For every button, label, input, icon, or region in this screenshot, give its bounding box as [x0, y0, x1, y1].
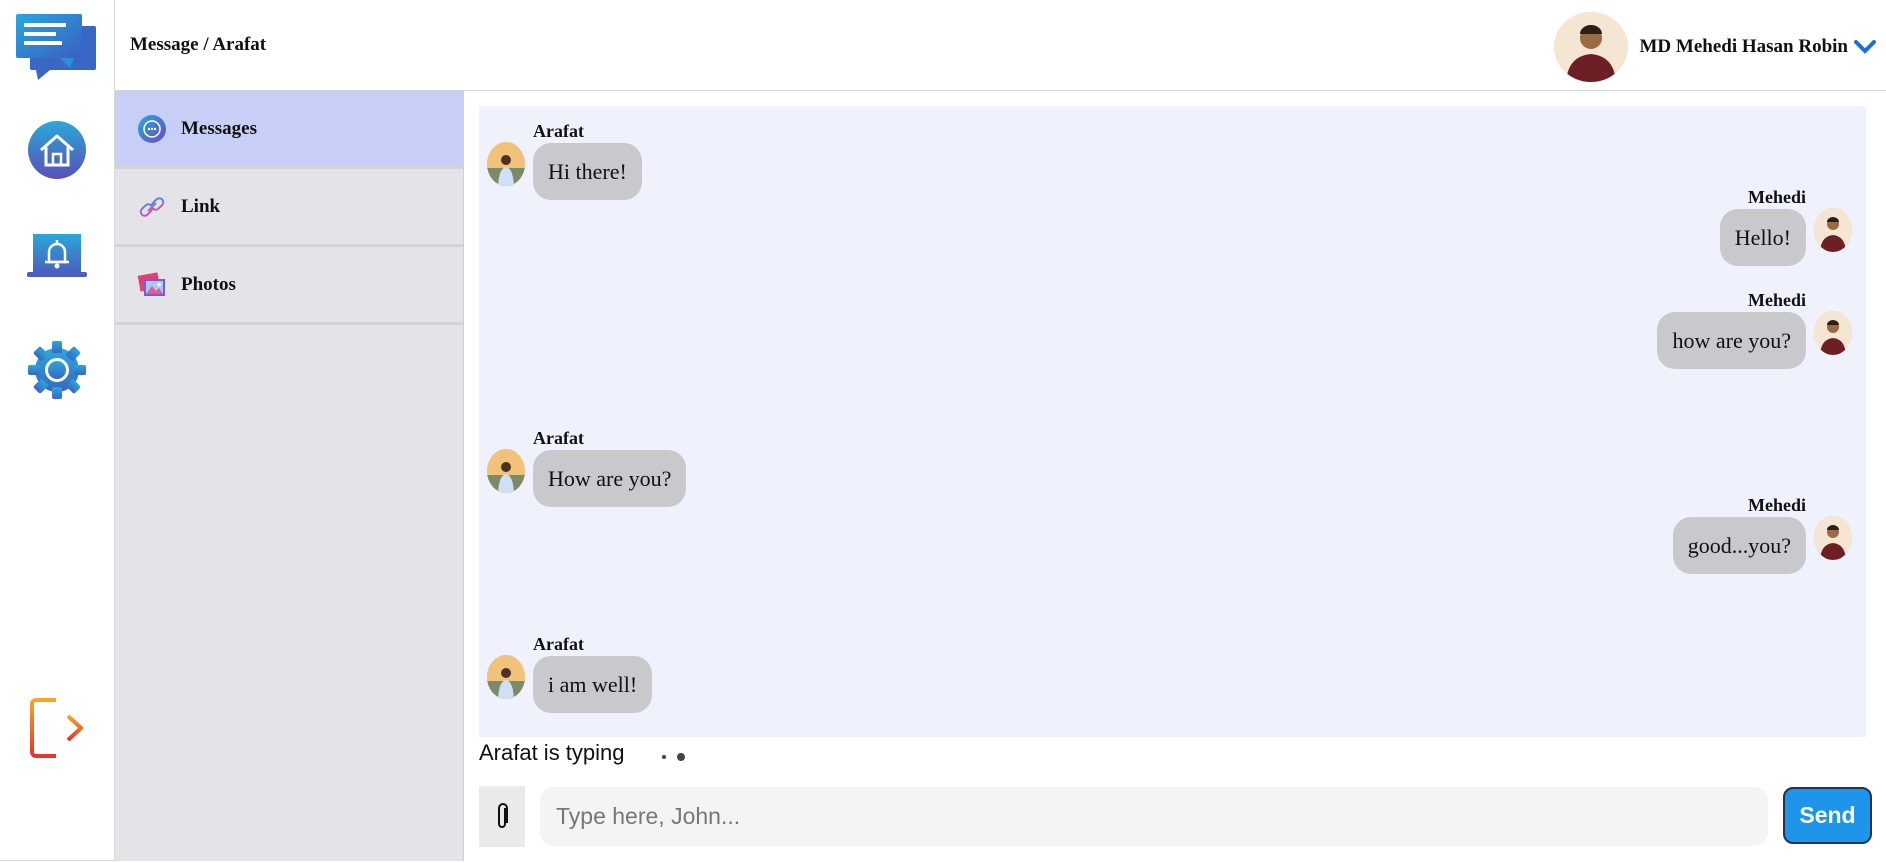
messages-icon [138, 114, 166, 143]
link-icon [139, 196, 165, 217]
message-bubble: How are you? [533, 450, 687, 507]
attach-button[interactable] [479, 786, 525, 847]
message-sender: Arafat [533, 121, 584, 141]
home-icon[interactable] [27, 120, 87, 180]
sidebar-item-label: Messages [181, 117, 257, 139]
message-sender: Mehedi [1748, 290, 1806, 310]
paperclip-icon [498, 802, 508, 828]
gear-icon[interactable] [27, 340, 87, 400]
message-sender: Arafat [533, 428, 584, 448]
message-item: Arafat i am well! [487, 634, 653, 713]
message-sender: Mehedi [1748, 495, 1806, 515]
message-bubble: i am well! [533, 656, 653, 713]
top-header: Message / Arafat MD Mehedi Hasan Robin [115, 0, 1886, 91]
message-item: Mehedi Hello! [1719, 187, 1852, 266]
user-avatar-small [1814, 208, 1852, 252]
user-avatar [1553, 12, 1628, 82]
user-avatar-small [1814, 516, 1852, 560]
send-button[interactable]: Send [1783, 787, 1872, 844]
message-item: Arafat Hi there! [487, 121, 642, 200]
message-bubble: how are you? [1657, 312, 1806, 369]
typing-dots-icon [662, 753, 685, 761]
icon-rail [0, 0, 115, 861]
user-profile-menu[interactable]: MD Mehedi Hasan Robin [1553, 12, 1876, 82]
user-name: MD Mehedi Hasan Robin [1639, 36, 1849, 57]
sidebar-item-messages[interactable]: Messages [115, 91, 463, 169]
secondary-sidebar: Messages Link Photos [115, 91, 464, 861]
message-item: Mehedi how are you? [1657, 290, 1852, 369]
user-avatar-small [1814, 311, 1852, 355]
message-item: Arafat How are you? [487, 428, 687, 507]
chat-logo-icon [16, 14, 96, 80]
message-item: Mehedi good...you? [1672, 495, 1852, 574]
sidebar-item-link[interactable]: Link [115, 169, 463, 247]
chat-panel: Arafat Hi there! Mehedi Hello! Mehedi ho… [479, 106, 1866, 737]
contact-avatar [487, 449, 525, 493]
sidebar-item-label: Link [181, 195, 221, 217]
contact-avatar [487, 142, 525, 186]
message-bubble: good...you? [1672, 517, 1806, 574]
message-sender: Arafat [533, 634, 584, 654]
typing-indicator: Arafat is typing [479, 740, 625, 765]
chevron-down-icon[interactable] [1854, 40, 1876, 54]
photos-icon [137, 271, 165, 296]
message-bubble: Hi there! [533, 143, 642, 200]
contact-avatar [487, 655, 525, 699]
message-input[interactable] [540, 787, 1768, 846]
message-sender: Mehedi [1748, 187, 1806, 207]
message-bubble: Hello! [1719, 209, 1806, 266]
breadcrumb: Message / Arafat [130, 34, 267, 55]
user-avatar-image [1553, 12, 1628, 82]
sidebar-item-photos[interactable]: Photos [115, 247, 463, 325]
notification-bell-icon[interactable] [27, 228, 87, 288]
sidebar-item-label: Photos [181, 273, 236, 295]
logout-icon[interactable] [28, 696, 86, 760]
